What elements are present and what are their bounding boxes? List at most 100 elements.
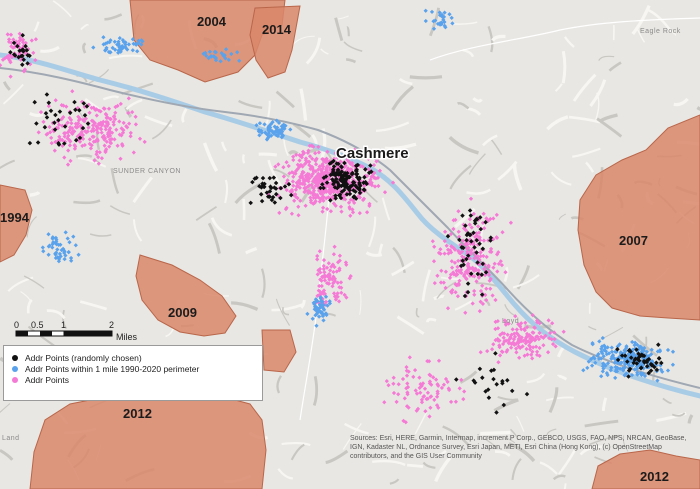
legend-item-near-perimeter: Addr Points within 1 mile 1990-2020 peri…: [12, 363, 262, 374]
addr-point: [444, 243, 449, 248]
addr-point: [325, 206, 330, 212]
hillshade-ridge: [561, 50, 567, 84]
addr-point: [455, 264, 460, 270]
hillshade-ridge: [132, 176, 153, 203]
addr-point-random: [486, 395, 492, 400]
addr-point-near-perimeter: [73, 243, 78, 248]
addr-point: [31, 50, 36, 56]
hillshade-ridge: [102, 95, 120, 101]
addr-point: [432, 397, 437, 403]
addr-point: [315, 253, 320, 259]
hillshade-ridge: [511, 458, 522, 481]
hillshade-ridge: [457, 101, 470, 110]
fire-year-label: 2007: [619, 233, 648, 248]
hillshade-ridge: [572, 147, 601, 158]
map-canvas[interactable]: SUNDER CANYON Eagle Rock Loyd Land Cashm…: [0, 0, 700, 489]
addr-point: [462, 389, 467, 394]
addr-point: [441, 382, 447, 387]
hillshade-ridge: [396, 315, 425, 335]
addr-point: [297, 158, 302, 163]
addr-point: [484, 286, 489, 291]
addr-point: [0, 63, 3, 68]
addr-point-random: [524, 391, 530, 397]
addr-point: [364, 210, 370, 215]
map-view[interactable]: SUNDER CANYON Eagle Rock Loyd Land Cashm…: [0, 0, 700, 489]
hillshade-ridge: [334, 17, 344, 42]
addr-point: [422, 386, 428, 391]
terrain-label-sunder-canyon: SUNDER CANYON: [113, 168, 181, 175]
hillshade-ridge: [556, 374, 568, 381]
addr-point: [494, 212, 499, 218]
addr-point: [47, 124, 52, 130]
addr-point: [495, 269, 500, 274]
hillshade-ridge: [596, 117, 623, 138]
addr-point: [289, 211, 295, 216]
hillshade-ridge: [493, 398, 519, 413]
fire-year-label: 2004: [197, 14, 227, 29]
addr-point: [445, 306, 451, 311]
addr-point: [118, 156, 123, 161]
hillshade-ridge: [292, 35, 315, 46]
addr-point: [433, 377, 439, 382]
addr-point: [382, 190, 388, 195]
addr-point: [290, 179, 296, 184]
addr-point: [405, 381, 410, 386]
addr-point: [435, 273, 440, 278]
hillshade-ridge: [23, 275, 45, 289]
addr-point: [41, 119, 46, 125]
hillshade-ridge: [585, 161, 595, 173]
addr-point-random: [43, 111, 49, 116]
hillshade-ridge: [79, 300, 107, 311]
addr-point-near-perimeter: [67, 240, 72, 245]
town-label-cashmere: Cashmere: [336, 145, 409, 162]
addr-point: [87, 137, 92, 142]
addr-point-near-perimeter: [423, 8, 428, 13]
addr-point: [400, 376, 406, 382]
addr-point: [88, 146, 94, 151]
addr-point: [331, 291, 337, 296]
hillshade-ridge: [539, 461, 558, 475]
addr-point-near-perimeter: [447, 12, 452, 17]
addr-point: [404, 373, 410, 378]
addr-point: [514, 327, 520, 332]
addr-point: [115, 143, 120, 148]
hillshade-ridge: [265, 100, 271, 124]
addr-point: [411, 374, 416, 380]
addr-point: [439, 268, 444, 273]
hillshade-ridge: [224, 179, 229, 204]
addr-point-near-perimeter: [609, 345, 614, 350]
addr-point: [326, 261, 331, 266]
addr-point: [491, 342, 496, 347]
addr-point: [467, 217, 473, 222]
addr-point-near-perimeter: [63, 230, 68, 235]
legend-label: Addr Points (randomly chosen): [25, 352, 142, 363]
addr-point: [331, 252, 337, 257]
addr-point: [438, 247, 443, 252]
addr-point: [478, 288, 484, 294]
addr-point-near-perimeter: [112, 39, 117, 44]
hillshade-ridge: [398, 77, 413, 86]
addr-point: [546, 318, 551, 323]
addr-point: [505, 332, 510, 337]
hillshade-ridge: [299, 88, 308, 121]
hillshade-ridge: [563, 483, 567, 489]
addr-point: [561, 329, 566, 334]
addr-point: [485, 348, 490, 354]
addr-point: [404, 364, 409, 370]
addr-point: [491, 265, 496, 270]
addr-point: [456, 209, 461, 214]
hillshade-ridge: [608, 61, 622, 72]
hillshade-ridge: [372, 459, 406, 467]
addr-point: [94, 113, 99, 118]
fire-year-label: 2014: [262, 22, 292, 37]
hillshade-ridge: [75, 154, 93, 158]
hillshade-ridge: [312, 376, 319, 406]
addr-point: [425, 390, 431, 395]
addr-point-random: [505, 378, 510, 383]
fire-year-label: 2009: [168, 305, 197, 320]
addr-point-near-perimeter: [305, 311, 310, 317]
addr-point-near-perimeter: [670, 362, 676, 367]
addr-point: [126, 121, 132, 126]
addr-point-random: [42, 124, 48, 130]
addr-point-near-perimeter: [69, 258, 74, 263]
